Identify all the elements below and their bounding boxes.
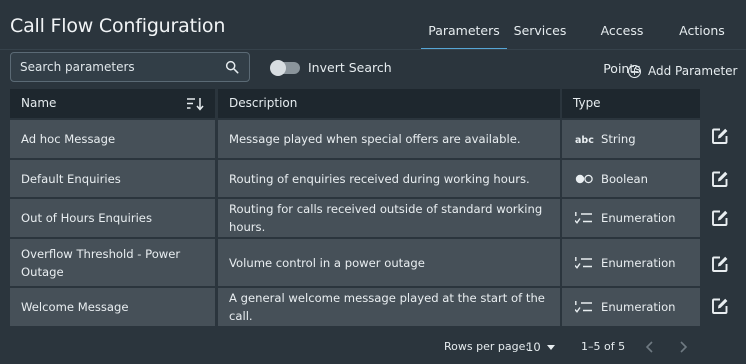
next-page-icon[interactable]: [676, 339, 690, 355]
cell-description: Volume control in a power outage: [218, 239, 560, 286]
tab-parameters[interactable]: Parameters: [421, 12, 507, 50]
rows-per-page-select[interactable]: 10: [526, 340, 555, 354]
checklist-icon: [575, 301, 592, 313]
caret-down-icon: [546, 344, 555, 350]
rows-per-page-value: 10: [526, 340, 541, 354]
column-header-description: Description: [218, 89, 560, 118]
edit-icon[interactable]: [711, 209, 729, 227]
cell-description: Routing for calls received outside of st…: [218, 199, 560, 237]
svg-text:abc: abc: [575, 135, 594, 145]
cell-type: Enumeration: [562, 239, 700, 286]
cell-name: Overflow Threshold - Power Outage: [10, 239, 215, 286]
divider: [0, 49, 746, 50]
rows-per-page-label: Rows per page:: [444, 340, 530, 353]
column-header-name[interactable]: Name: [10, 89, 215, 118]
cell-description: Routing of enquiries received during wor…: [218, 160, 560, 197]
tab-services[interactable]: Services: [512, 12, 568, 50]
search-input[interactable]: [11, 53, 216, 81]
cell-type: Enumeration: [562, 199, 700, 237]
edit-icon[interactable]: [711, 170, 729, 188]
type-label: Enumeration: [601, 211, 676, 225]
type-label: Enumeration: [601, 300, 676, 314]
type-label: Boolean: [601, 171, 648, 186]
checklist-icon: [575, 212, 592, 224]
edit-icon[interactable]: [711, 297, 729, 315]
add-parameter-button[interactable]: + Add Parameter: [628, 62, 737, 80]
search-box: [10, 52, 250, 82]
cell-name: Welcome Message: [10, 288, 215, 326]
cell-name: Ad hoc Message: [10, 120, 215, 158]
tab-access-points[interactable]: Access Points: [580, 12, 664, 76]
page-title: Call Flow Configuration: [10, 15, 226, 37]
cell-type: abc String: [562, 120, 700, 158]
tab-actions[interactable]: Actions: [678, 12, 726, 50]
cell-type: Enumeration: [562, 288, 700, 326]
cell-name: Default Enquiries: [10, 160, 215, 197]
column-header-label: Name: [21, 96, 57, 110]
add-parameter-label: Add Parameter: [648, 64, 738, 78]
edit-icon[interactable]: [711, 255, 729, 273]
previous-page-icon[interactable]: [643, 339, 657, 355]
toggle-dots-icon: [575, 174, 593, 183]
toggle-knob: [270, 60, 286, 76]
invert-search-toggle[interactable]: [270, 60, 300, 76]
column-header-type: Type: [562, 89, 700, 118]
edit-icon[interactable]: [711, 127, 729, 145]
cell-description: A general welcome message played at the …: [218, 288, 560, 326]
sort-icon[interactable]: [186, 97, 204, 111]
checklist-icon: [575, 256, 592, 269]
type-label: String: [601, 132, 636, 146]
search-icon[interactable]: [225, 60, 239, 74]
cell-name: Out of Hours Enquiries: [10, 199, 215, 237]
pagination-range: 1–5 of 5: [581, 340, 626, 353]
tab-bar: Parameters Services Access Points Action…: [420, 12, 746, 76]
cell-description: Message played when special offers are a…: [218, 120, 560, 158]
abc-icon: abc: [575, 135, 594, 145]
invert-search-label: Invert Search: [308, 60, 392, 75]
type-label: Enumeration: [601, 255, 676, 270]
cell-type: Boolean: [562, 160, 700, 197]
plus-circle-icon: +: [628, 64, 641, 78]
